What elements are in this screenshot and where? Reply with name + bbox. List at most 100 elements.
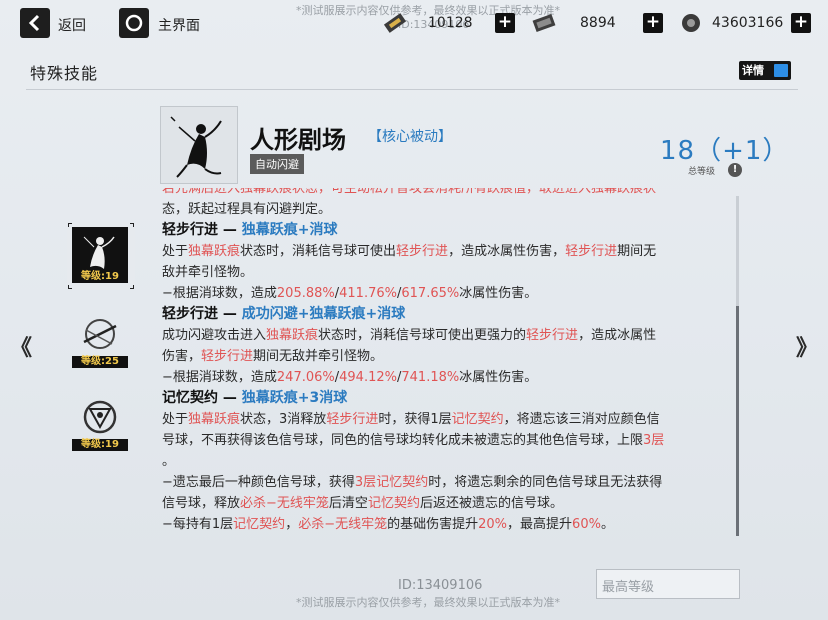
detail-toggle-knob [774, 64, 788, 77]
keyword: 轻步行进 [201, 349, 254, 364]
keyword: 独幕跃痕 [188, 244, 241, 259]
text: 的基础伤害提升 [387, 517, 479, 532]
next-page-arrow[interactable]: 》 [796, 330, 818, 362]
text: 期间无 [617, 244, 657, 259]
text: 状态，3消释放 [240, 412, 327, 427]
node-level-label: 等级:25 [72, 356, 128, 368]
desc-line: 若先满后进入独幕跃痕状态，可主动松开普攻会消耗所有跃痕值，取进进入独幕跃痕状 [162, 188, 657, 196]
home-label[interactable]: 主界面 [158, 15, 200, 35]
text: ，最高提升 [507, 517, 573, 532]
back-button[interactable] [20, 8, 50, 38]
keyword: 20% [478, 517, 508, 532]
desc-line: 处于独幕跃痕状态，3消释放轻步行进时，获得1层记忆契约，将遗忘该三消对应颜色信 [162, 409, 727, 430]
keyword: 记忆契约 [367, 496, 420, 511]
max-level-label: 最高等级 [602, 580, 655, 595]
text: −每持有1层 [162, 517, 234, 532]
keyword: 必杀−无线牢笼 [240, 496, 329, 511]
text: 信号球，释放 [162, 496, 241, 511]
detail-toggle-label: 详情 [742, 64, 764, 77]
skill-node-2[interactable]: 等级:25 [72, 312, 128, 368]
keyword: 轻步行进 [326, 412, 379, 427]
section-heading: 轻步行进 — 独幕跃痕+消球 [162, 220, 727, 241]
section-heading: 记忆契约 — 独幕跃痕+3消球 [162, 388, 727, 409]
node-level-label: 等级:19 [72, 439, 128, 451]
title-divider [26, 89, 798, 90]
keyword: 轻步行进 [396, 244, 449, 259]
text: 后清空 [328, 496, 368, 511]
text: ，造成冰属性伤害， [448, 244, 566, 259]
footer-id: ID:13409106 [398, 578, 483, 593]
home-button[interactable] [119, 8, 149, 38]
text: 状态时，消耗信号球可使出更强力的 [318, 328, 527, 343]
heading-text: 记忆契约 — [162, 390, 242, 406]
chevron-left-icon [28, 14, 40, 32]
heading-condition: 成功闪避+独幕跃痕+消球 [241, 306, 406, 322]
keyword: 独幕跃痕 [188, 412, 241, 427]
skill-level: 18（+1） [660, 136, 790, 166]
text: 状态时，消耗信号球可使出 [240, 244, 397, 259]
text: 冰属性伤害。 [459, 370, 538, 385]
heading-text: 轻步行进 — [162, 306, 242, 322]
keyword: 轻步行进 [526, 328, 579, 343]
text: 处于 [162, 244, 189, 259]
text: 处于 [162, 412, 189, 427]
ticket-icon [383, 13, 407, 33]
keyword: 3层 [643, 433, 665, 448]
keyword: 60% [572, 517, 601, 532]
text: ，将遗忘该三消对应颜色信 [503, 412, 660, 427]
top-bar: 返回 主界面 *测试服展示内容仅供参考，最终效果以正式版本为准* ID:1340… [0, 0, 828, 46]
node-level-label: 等级:19 [72, 271, 128, 283]
add-resource-3-button[interactable]: + [791, 13, 811, 33]
info-icon[interactable]: ! [728, 163, 742, 177]
text: −根据消球数，造成 [162, 286, 277, 301]
text: −根据消球数，造成 [162, 370, 277, 385]
desc-line: 。 [162, 454, 176, 469]
total-level-label: 总等级 [688, 167, 716, 177]
skill-name: 人形剧场 [250, 126, 346, 154]
skill-description-text: 若先满后进入独幕跃痕状态，可主动松开普攻会消耗所有跃痕值，取进进入独幕跃痕状 态… [162, 188, 727, 535]
text: 后返还被遗忘的信号球。 [419, 496, 563, 511]
desc-line: 成功闪避攻击进入独幕跃痕状态时，消耗信号球可使出更强力的轻步行进，造成冰属性 [162, 325, 727, 346]
damage-value: 411.76% [339, 286, 397, 301]
text: 时，获得1层 [378, 412, 452, 427]
resource-value-1: 10128 [428, 15, 473, 31]
text: ，造成冰属性 [578, 328, 657, 343]
desc-line: 敌并牵引怪物。 [162, 265, 254, 280]
scrollbar-thumb[interactable] [736, 306, 739, 536]
desc-line: −根据消球数，造成205.88%/411.76%/617.65%冰属性伤害。 [162, 283, 727, 304]
skill-node-3[interactable]: 等级:19 [72, 395, 128, 451]
desc-line: 态，跃起过程具有闪避判定。 [162, 202, 332, 217]
section-heading: 轻步行进 — 成功闪避+独幕跃痕+消球 [162, 304, 727, 325]
text: 冰属性伤害。 [459, 286, 538, 301]
add-resource-2-button[interactable]: + [643, 13, 663, 33]
desc-line: 信号球，释放必杀−无线牢笼后清空记忆契约后返还被遗忘的信号球。 [162, 493, 727, 514]
add-resource-1-button[interactable]: + [495, 13, 515, 33]
prev-page-arrow[interactable]: 《 [10, 330, 32, 362]
text: 号球，不再获得该色信号球，同色的信号球均转化成未被遗忘的其他色信号球，上限 [162, 433, 644, 448]
keyword: 3层 [354, 475, 377, 490]
damage-value: 247.06% [276, 370, 335, 385]
home-circle-icon [125, 14, 143, 32]
section-title: 特殊技能 [30, 64, 99, 83]
skill-tag: 自动闪避 [250, 154, 304, 174]
damage-value: 205.88% [276, 286, 335, 301]
keyword: 必杀−无线牢笼 [298, 517, 388, 532]
desc-line: −每持有1层记忆契约，必杀−无线牢笼的基础伤害提升20%，最高提升60%。 [162, 514, 727, 535]
keyword: 轻步行进 [565, 244, 618, 259]
dancer-silhouette-icon [170, 116, 222, 178]
text: 期间无敌并牵引怪物。 [253, 349, 384, 364]
desc-line: −遗忘最后一种颜色信号球，获得3层记忆契约时，将遗忘剩余的同色信号球且无法获得 [162, 472, 727, 493]
text: 伤害， [162, 349, 202, 364]
watermark-bottom: *测试服展示内容仅供参考，最终效果以正式版本为准* [296, 596, 560, 609]
detail-toggle[interactable]: 详情 [739, 61, 791, 80]
heading-condition: 独幕跃痕+3消球 [241, 390, 348, 406]
desc-line: −根据消球数，造成247.06%/494.12%/741.18%冰属性伤害。 [162, 367, 727, 388]
keyword: 独幕跃痕 [266, 328, 319, 343]
text: 时，将遗忘剩余的同色信号球且无法获得 [428, 475, 663, 490]
skill-node-1[interactable]: 等级:19 [72, 227, 128, 283]
skill-description-panel[interactable]: 若先满后进入独幕跃痕状态，可主动松开普攻会消耗所有跃痕值，取进进入独幕跃痕状 态… [160, 188, 735, 538]
text: −遗忘最后一种颜色信号球，获得 [162, 475, 355, 490]
skill-icon [160, 106, 238, 184]
back-label[interactable]: 返回 [58, 15, 86, 35]
max-level-button[interactable]: 最高等级 [596, 569, 740, 599]
